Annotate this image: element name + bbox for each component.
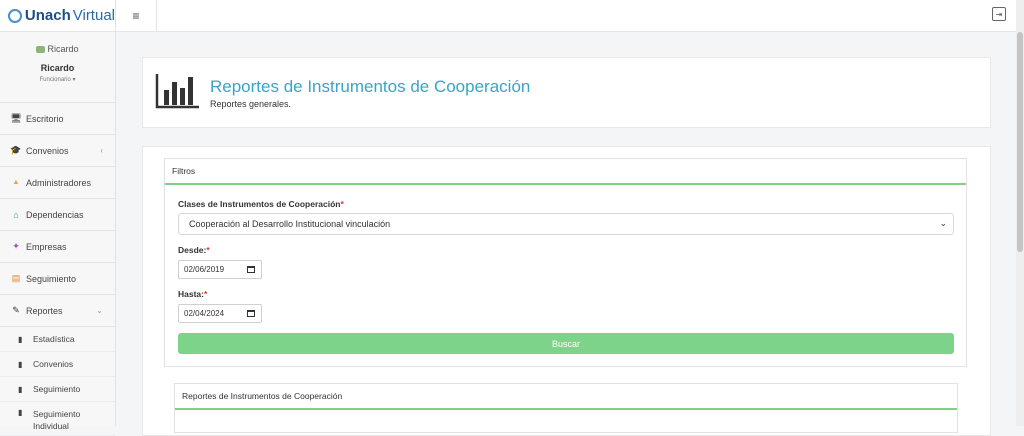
sidebar-subitem-label: Estadística: [33, 334, 75, 344]
sidebar-item-label: Escritorio: [26, 113, 64, 124]
sidebar-item-seguimiento[interactable]: ▤ Seguimiento: [0, 263, 115, 295]
brand-name-rest: Virtual: [72, 7, 115, 24]
user-profile: Ricardo Ricardo Funcionario ▾: [0, 32, 115, 103]
sidebar-item-administradores[interactable]: ▲ Administradores: [0, 167, 115, 199]
hasta-date-input[interactable]: 02/04/2024: [178, 304, 262, 323]
search-button[interactable]: Buscar: [178, 333, 954, 354]
sidebar-item-escritorio[interactable]: 🖥 Escritorio: [0, 103, 115, 135]
sidebar-nav: 🖥 Escritorio 🎓 Convenios ‹ ▲ Administrad…: [0, 103, 115, 436]
sidebar-item-label: Convenios: [26, 145, 69, 156]
sidebar-subitem-seguimiento[interactable]: ▮ Seguimiento: [0, 377, 115, 402]
sidebar-item-dependencias[interactable]: ⌂ Dependencias: [0, 199, 115, 231]
avatar: Ricardo: [0, 44, 115, 54]
chevron-down-icon: ⌄: [939, 218, 947, 228]
logo-icon: [8, 8, 22, 23]
clases-selected-value: Cooperación al Desarrollo Institucional …: [189, 219, 391, 229]
bar-chart-icon: ▮: [18, 334, 23, 344]
sidebar-item-label: Administradores: [26, 177, 92, 188]
page-title: Reportes de Instrumentos de Cooperación: [210, 77, 531, 96]
sidebar-subitem-label: Seguimiento Individual: [33, 409, 81, 431]
scrollbar-thumb[interactable]: [1017, 32, 1023, 252]
graduation-cap-icon: 🎓: [10, 145, 22, 155]
calendar-icon[interactable]: [247, 310, 255, 317]
sidebar-item-convenios[interactable]: 🎓 Convenios ‹: [0, 135, 115, 167]
required-mark: *: [203, 289, 208, 299]
hasta-date-value: 02/04/2024: [184, 309, 225, 318]
topbar: ≡ ⇥: [116, 0, 1016, 32]
chevron-down-icon: ⌄: [96, 306, 103, 315]
sidebar-subitem-seguimiento-individual[interactable]: ▮ Seguimiento Individual: [0, 402, 115, 436]
bar-chart-icon: ▮: [18, 408, 23, 417]
user-name: Ricardo: [40, 63, 75, 73]
pencil-icon: ✎: [12, 305, 20, 315]
report-heading: Reportes de Instrumentos de Cooperación: [175, 384, 957, 410]
user-icon: ▲: [12, 179, 20, 186]
sidebar-item-label: Seguimiento: [26, 273, 77, 284]
bar-chart-icon: [155, 74, 199, 109]
sidebar-item-reportes[interactable]: ✎ Reportes ⌄: [0, 295, 115, 327]
sidebar-subitem-label: Convenios: [33, 359, 74, 369]
page-header: Reportes de Instrumentos de Cooperación …: [142, 57, 991, 128]
sidebar-item-label: Dependencias: [26, 209, 84, 220]
logout-icon[interactable]: ⇥: [992, 7, 1006, 21]
desde-date-value: 02/06/2019: [184, 265, 225, 274]
required-mark: *: [340, 199, 344, 209]
hasta-label-text: Hasta:: [178, 289, 204, 299]
bar-chart-icon: ▮: [18, 384, 23, 394]
clases-select[interactable]: Cooperación al Desarrollo Institucional …: [178, 213, 954, 235]
bar-chart-icon: ▮: [18, 359, 23, 369]
users-icon: ✦: [12, 241, 20, 251]
clases-label-text: Clases de Instrumentos de Cooperación: [178, 199, 341, 209]
sidebar-item-empresas[interactable]: ✦ Empresas: [0, 231, 115, 263]
sidebar-item-label: Empresas: [26, 241, 67, 252]
clases-label: Clases de Instrumentos de Cooperación*: [178, 199, 344, 209]
broken-image-icon: [36, 45, 46, 53]
sidebar-item-label: Reportes: [26, 305, 63, 316]
calendar-icon[interactable]: [247, 266, 255, 273]
bank-icon: ⌂: [13, 209, 19, 220]
required-mark: *: [206, 245, 210, 255]
sidebar: Unach Virtual Ricardo Ricardo Funcionari…: [0, 0, 116, 436]
monitor-icon: 🖥: [10, 113, 22, 123]
hasta-label: Hasta:*: [178, 289, 207, 299]
sidebar-subitem-convenios[interactable]: ▮ Convenios: [0, 352, 115, 377]
filters-panel: Filtros Clases de Instrumentos de Cooper…: [164, 158, 967, 367]
hamburger-menu-icon[interactable]: ≡: [116, 0, 157, 31]
brand-name-bold: Unach: [24, 7, 71, 24]
desde-label-text: Desde:: [178, 245, 207, 255]
filters-heading: Filtros: [165, 159, 966, 185]
sidebar-subitem-estadistica[interactable]: ▮ Estadística: [0, 327, 115, 352]
chevron-left-icon: ‹: [100, 146, 103, 155]
desde-date-input[interactable]: 02/06/2019: [178, 260, 262, 279]
calendar-icon: ▤: [11, 273, 21, 283]
scrollbar[interactable]: [1016, 0, 1024, 426]
user-role-dropdown[interactable]: Funcionario ▾: [0, 76, 115, 83]
page-subtitle: Reportes generales.: [210, 99, 292, 109]
desde-label: Desde:*: [178, 245, 210, 255]
brand-logo[interactable]: Unach Virtual: [0, 0, 115, 32]
sidebar-subitem-label: Seguimiento: [33, 384, 81, 394]
avatar-alt-text: Ricardo: [47, 44, 79, 54]
